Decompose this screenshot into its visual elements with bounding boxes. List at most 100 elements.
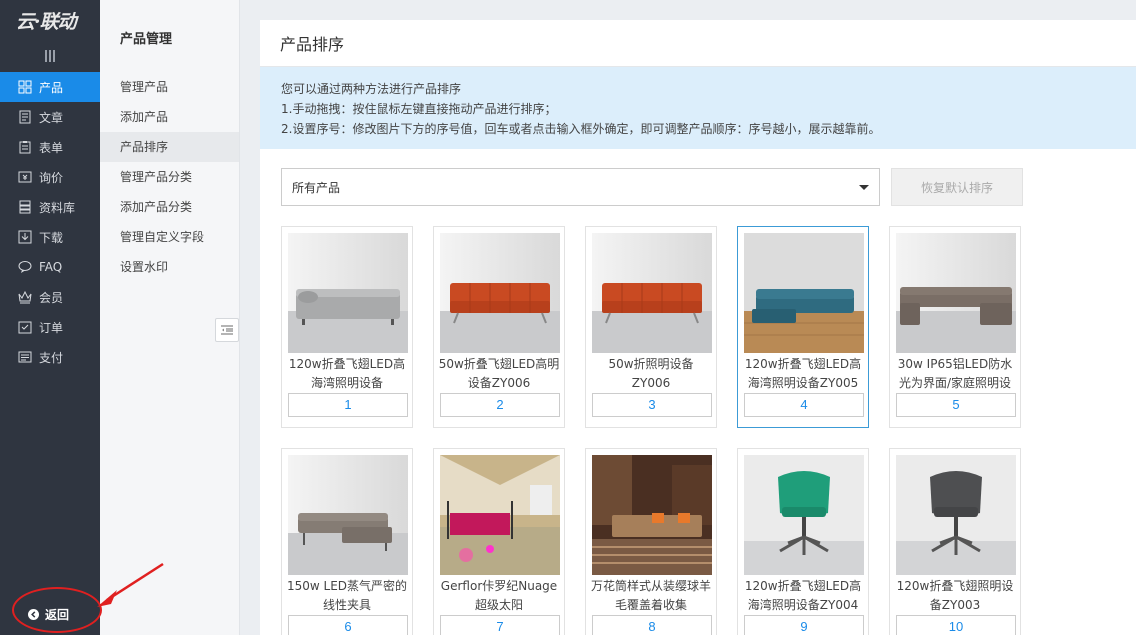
page-title: 产品排序 bbox=[260, 20, 1136, 67]
product-thumbnail bbox=[744, 233, 864, 353]
subnav-item-6[interactable]: 设置水印 bbox=[100, 252, 239, 282]
grid-icon bbox=[18, 80, 32, 94]
subnav-item-1[interactable]: 添加产品 bbox=[100, 102, 239, 132]
sidebar-item-8[interactable]: 订单 bbox=[0, 312, 100, 342]
product-card[interactable]: 120w折叠飞翅照明设备ZY003 10 bbox=[889, 448, 1021, 635]
back-button[interactable]: 返回 bbox=[0, 593, 100, 635]
sidebar-item-7[interactable]: 会员 bbox=[0, 282, 100, 312]
sidebar-item-label: 下载 bbox=[39, 230, 64, 245]
document-icon bbox=[18, 110, 32, 124]
subnav-item-0[interactable]: 管理产品 bbox=[100, 72, 239, 102]
product-name: Gerflor佧罗纪Nuage超级太阳 bbox=[440, 579, 558, 612]
tip-line: 您可以通过两种方法进行产品排序 bbox=[281, 82, 462, 96]
product-card[interactable]: 120w折叠飞翅LED高海湾照明设备 1 bbox=[281, 226, 413, 428]
sidebar-item-label: FAQ bbox=[39, 260, 63, 274]
product-name: 120w折叠飞翅LED高海湾照明设备ZY005 bbox=[744, 357, 862, 390]
sidebar-item-1[interactable]: 文章 bbox=[0, 102, 100, 132]
collapse-subnav-button[interactable] bbox=[215, 318, 239, 342]
sidebar-item-0[interactable]: 产品 bbox=[0, 72, 100, 102]
sidebar-item-3[interactable]: 询价 bbox=[0, 162, 100, 192]
checklist-icon bbox=[18, 320, 32, 334]
product-thumbnail bbox=[288, 455, 408, 575]
product-order-input[interactable]: 7 bbox=[440, 615, 560, 635]
clipboard-icon bbox=[18, 140, 32, 154]
product-order-input[interactable]: 9 bbox=[744, 615, 864, 635]
reset-default-order-button[interactable]: 恢复默认排序 bbox=[891, 168, 1023, 206]
product-name: 120w折叠飞翅LED高海湾照明设备 bbox=[288, 357, 406, 390]
sidebar-item-5[interactable]: 下载 bbox=[0, 222, 100, 252]
product-card[interactable]: 150w LED蒸气严密的线性夹具 6 bbox=[281, 448, 413, 635]
product-thumbnail bbox=[288, 233, 408, 353]
product-thumbnail bbox=[896, 455, 1016, 575]
download-icon bbox=[18, 230, 32, 244]
product-thumbnail bbox=[592, 455, 712, 575]
product-card[interactable]: 120w折叠飞翅LED高海湾照明设备ZY004 9 bbox=[737, 448, 869, 635]
sidebar-item-label: 询价 bbox=[39, 170, 64, 185]
product-order-input[interactable]: 4 bbox=[744, 393, 864, 417]
sidebar-item-label: 表单 bbox=[39, 140, 64, 155]
subnav-item-5[interactable]: 管理自定义字段 bbox=[100, 222, 239, 252]
product-thumbnail bbox=[744, 455, 864, 575]
sidebar-item-label: 资料库 bbox=[39, 200, 76, 215]
sidebar-item-label: 产品 bbox=[39, 80, 64, 95]
product-thumbnail bbox=[592, 233, 712, 353]
product-card[interactable]: 50w折叠飞翅LED高明设备ZY006 2 bbox=[433, 226, 565, 428]
brand-logo[interactable]: 云·联动 bbox=[0, 0, 100, 40]
subnav-title: 产品管理 bbox=[120, 32, 173, 47]
product-name: 50w折照明设备ZY006 bbox=[608, 357, 694, 390]
product-order-input[interactable]: 8 bbox=[592, 615, 712, 635]
back-arrow-icon bbox=[28, 608, 39, 620]
sidebar-item-label: 文章 bbox=[39, 110, 64, 125]
crown-icon bbox=[18, 290, 32, 304]
subnav-item-3[interactable]: 管理产品分类 bbox=[100, 162, 239, 192]
bars-icon bbox=[45, 50, 55, 62]
subnav-item-4[interactable]: 添加产品分类 bbox=[100, 192, 239, 222]
product-subnav: 产品管理 管理产品 添加产品 产品排序 管理产品分类 添加产品分类 管理自定义字段 设置水印 bbox=[100, 0, 240, 635]
product-order-input[interactable]: 10 bbox=[896, 615, 1016, 635]
main-sidebar: 云·联动 产品文章表单询价资料库下载 FAQ 会员订单支付 返回 bbox=[0, 0, 100, 635]
product-order-input[interactable]: 3 bbox=[592, 393, 712, 417]
brand-logo-text: 云·联动 bbox=[16, 10, 77, 33]
outdent-icon bbox=[221, 325, 233, 335]
product-name: 120w折叠飞翅LED高海湾照明设备ZY004 bbox=[744, 579, 862, 612]
caret-down-icon bbox=[859, 184, 869, 190]
product-order-input[interactable]: 5 bbox=[896, 393, 1016, 417]
database-icon bbox=[18, 200, 32, 214]
product-card[interactable]: 30w IP65铝LED防水光为界面/家庭照明设 5 bbox=[889, 226, 1021, 428]
tip-line: 1.手动拖拽：按住鼠标左键直接拖动产品进行排序； bbox=[281, 102, 557, 116]
sidebar-item-6[interactable]: FAQ bbox=[0, 252, 100, 282]
sidebar-item-label: 订单 bbox=[39, 320, 64, 335]
tip-line: 2.设置序号：修改图片下方的序号值，回车或者点击输入框外确定，即可调整产品顺序：… bbox=[281, 122, 881, 136]
sidebar-item-4[interactable]: 资料库 bbox=[0, 192, 100, 222]
sort-toolbar: 所有产品 恢复默认排序 bbox=[281, 168, 1023, 206]
product-thumbnail bbox=[896, 233, 1016, 353]
product-card[interactable]: 万花筒样式从装缨球羊毛覆盖着收集 8 bbox=[585, 448, 717, 635]
sort-tips: 您可以通过两种方法进行产品排序 1.手动拖拽：按住鼠标左键直接拖动产品进行排序；… bbox=[260, 67, 1136, 149]
category-filter-value: 所有产品 bbox=[292, 180, 341, 195]
product-card[interactable]: 120w折叠飞翅LED高海湾照明设备ZY005 4 bbox=[737, 226, 869, 428]
product-name: 30w IP65铝LED防水光为界面/家庭照明设 bbox=[897, 357, 1013, 390]
card-icon bbox=[18, 350, 32, 364]
product-thumbnail bbox=[440, 233, 560, 353]
product-order-input[interactable]: 1 bbox=[288, 393, 408, 417]
main-panel: 产品排序 您可以通过两种方法进行产品排序 1.手动拖拽：按住鼠标左键直接拖动产品… bbox=[260, 20, 1136, 635]
category-filter-select[interactable]: 所有产品 bbox=[281, 168, 880, 206]
back-button-label: 返回 bbox=[45, 607, 70, 622]
subnav-item-2[interactable]: 产品排序 bbox=[100, 132, 239, 162]
product-order-input[interactable]: 6 bbox=[288, 615, 408, 635]
product-name: 50w折叠飞翅LED高明设备ZY006 bbox=[438, 357, 560, 390]
product-name: 万花筒样式从装缨球羊毛覆盖着收集 bbox=[590, 579, 711, 612]
price-tag-icon bbox=[18, 170, 32, 184]
sidebar-item-label: 会员 bbox=[39, 290, 64, 305]
product-order-input[interactable]: 2 bbox=[440, 393, 560, 417]
product-thumbnail bbox=[440, 455, 560, 575]
chat-bubble-icon bbox=[18, 260, 32, 274]
menu-toggle[interactable] bbox=[0, 40, 100, 72]
product-name: 120w折叠飞翅照明设备ZY003 bbox=[896, 579, 1014, 612]
product-card[interactable]: Gerflor佧罗纪Nuage超级太阳 7 bbox=[433, 448, 565, 635]
product-name: 150w LED蒸气严密的线性夹具 bbox=[286, 579, 408, 612]
sidebar-item-9[interactable]: 支付 bbox=[0, 342, 100, 372]
sidebar-item-label: 支付 bbox=[39, 350, 64, 365]
sidebar-item-2[interactable]: 表单 bbox=[0, 132, 100, 162]
product-card[interactable]: 50w折照明设备ZY006 3 bbox=[585, 226, 717, 428]
